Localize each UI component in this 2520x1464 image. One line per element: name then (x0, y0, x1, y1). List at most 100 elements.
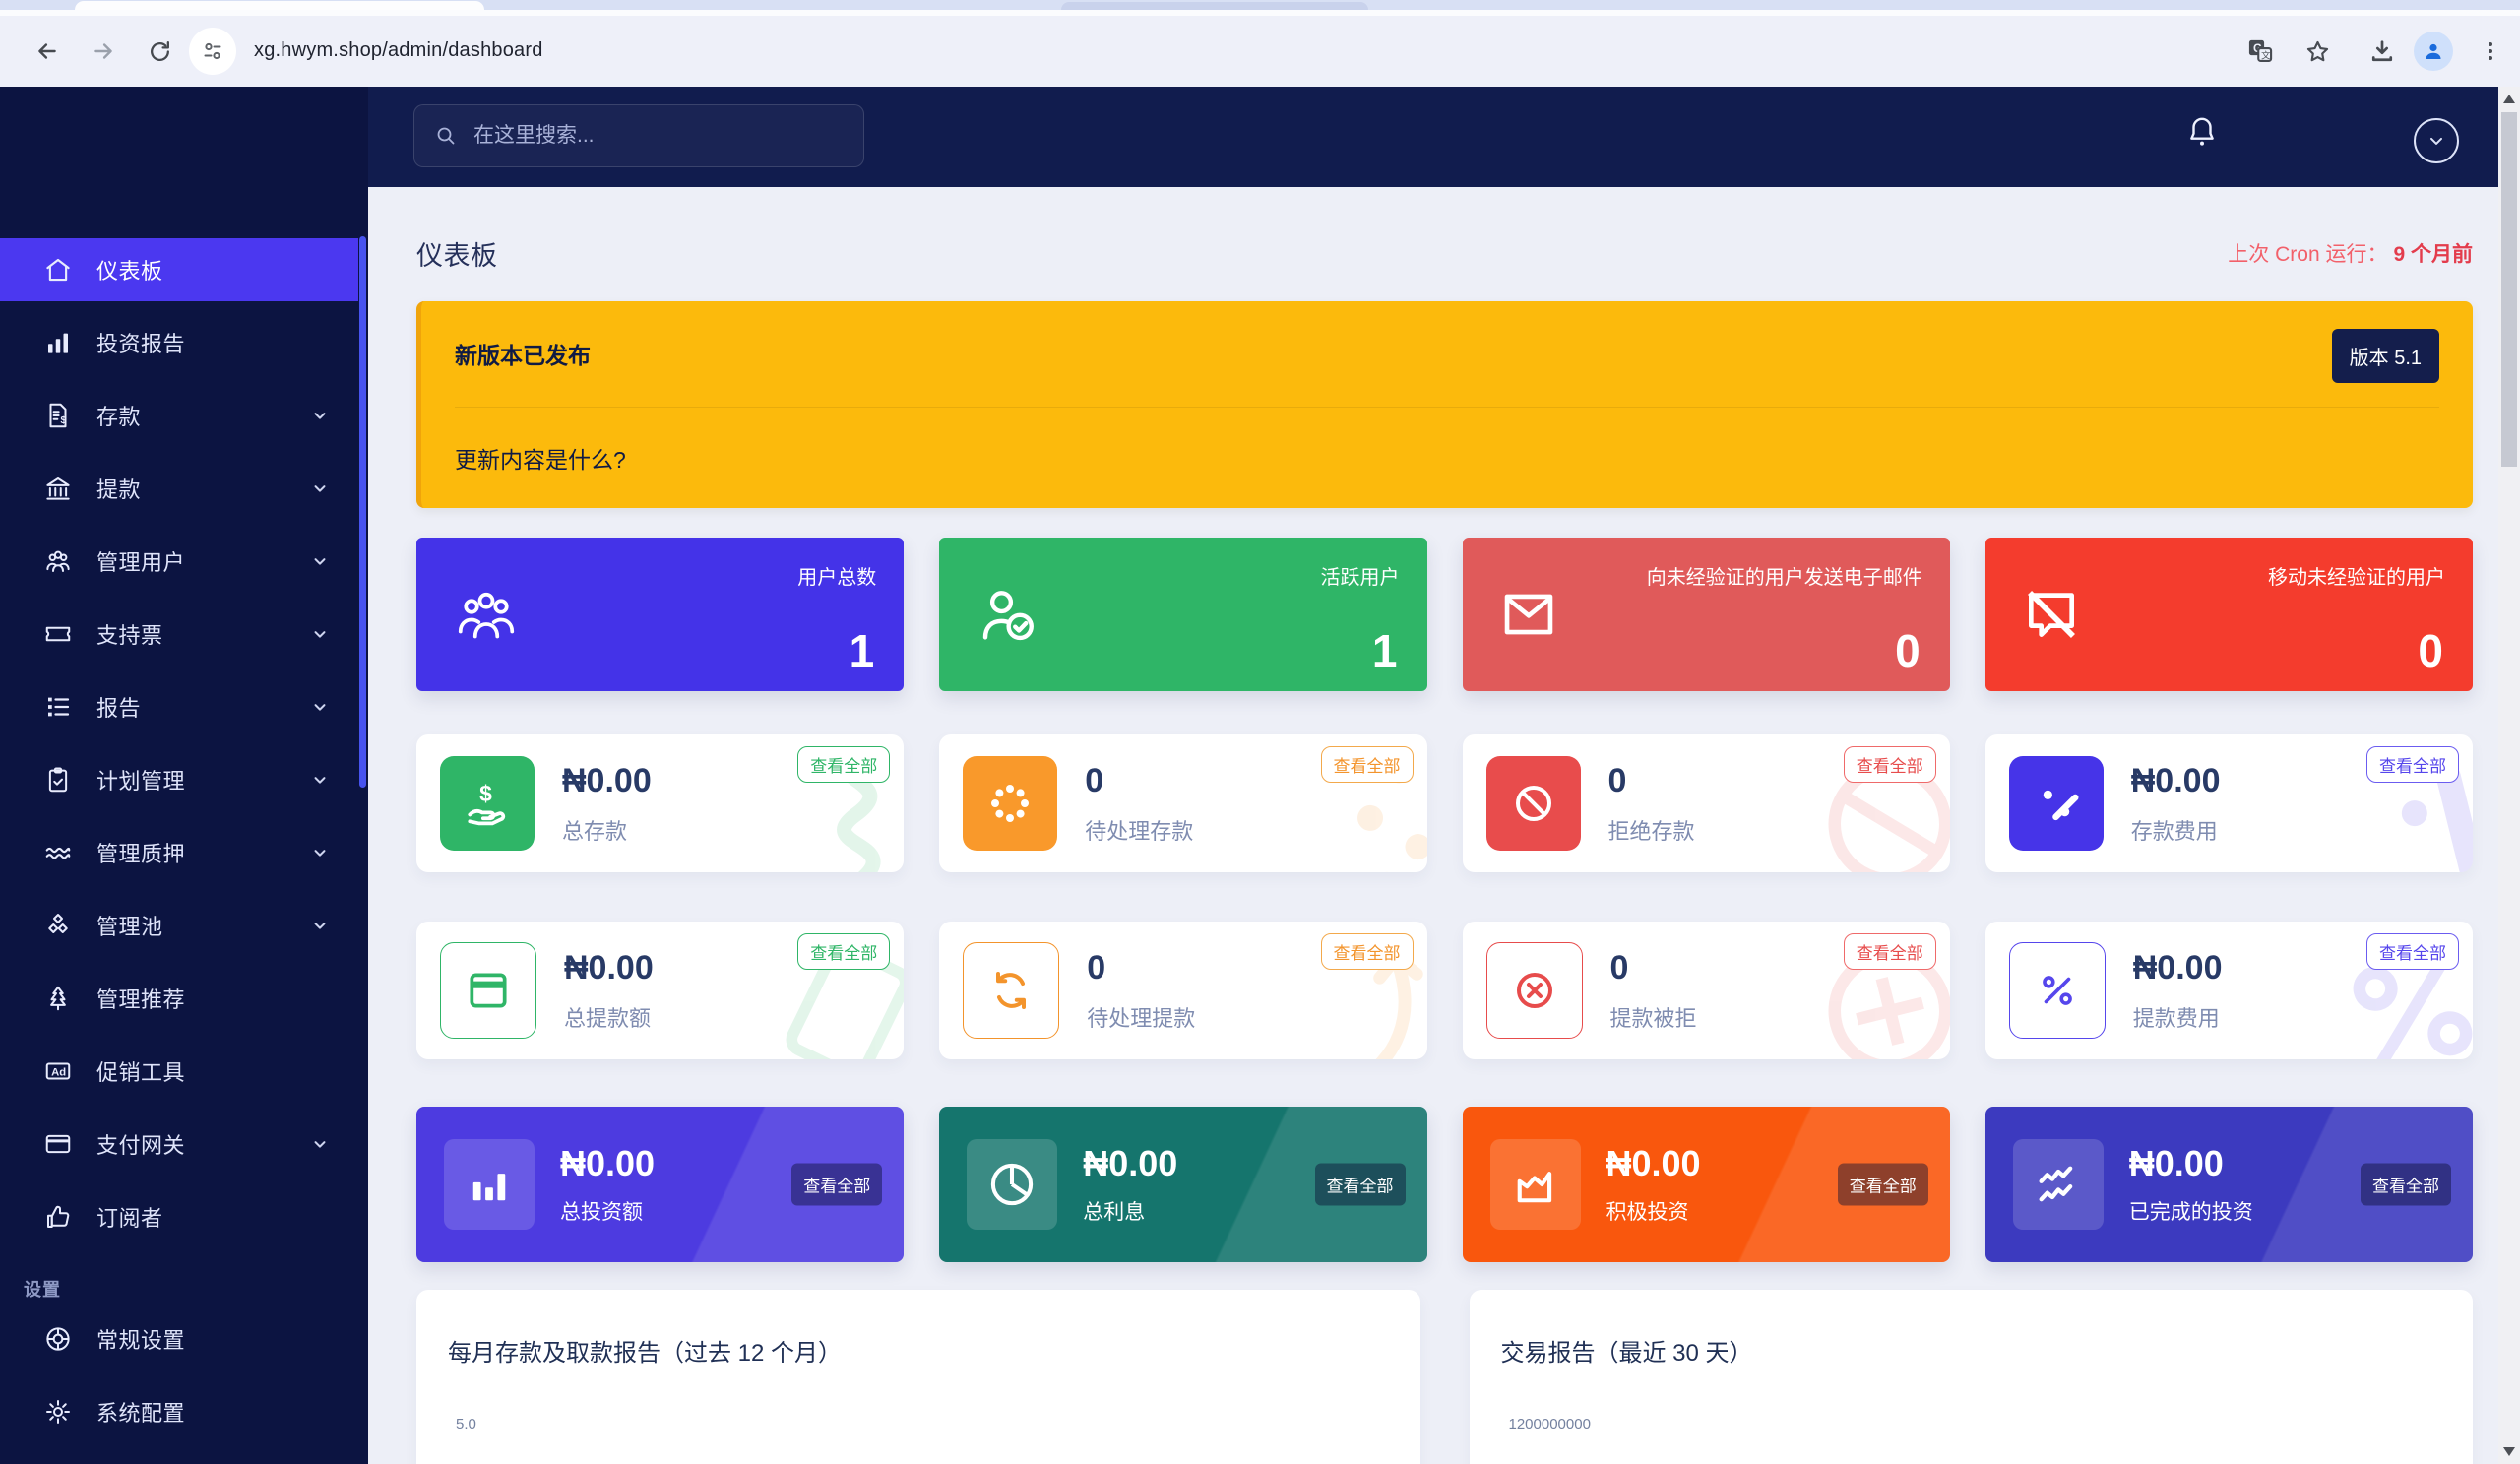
sidebar-item-manage-pools[interactable]: 管理池 (0, 894, 358, 957)
bell-icon (2190, 117, 2214, 146)
url-text[interactable]: xg.hwym.shop/admin/dashboard (254, 39, 543, 62)
stat-label: 总利息 (1083, 1201, 1146, 1224)
site-info-button[interactable] (189, 28, 236, 75)
sidebar-item-label: 常规设置 (96, 1328, 186, 1353)
sidebar-item-payment-gateways[interactable]: 支付网关 (0, 1113, 358, 1176)
translate-button[interactable]: G文 (2238, 30, 2282, 73)
sidebar-item-manage-users[interactable]: 管理用户 (0, 530, 358, 593)
view-all-badge[interactable]: 查看全部 (1843, 746, 1936, 783)
stat-value: 0 (1087, 948, 1106, 987)
cron-label: 上次 Cron 运行： (2228, 243, 2388, 266)
sidebar-item-plan-management[interactable]: 计划管理 (0, 748, 358, 811)
sidebar-item-label: 提款 (96, 477, 142, 502)
chevron-down-icon (314, 704, 326, 711)
view-all-badge[interactable]: 查看全部 (797, 746, 891, 783)
credit-card-icon (440, 942, 536, 1039)
users-icon (46, 550, 70, 572)
stat-value: ₦0.00 (2130, 761, 2221, 799)
users-group-icon (458, 592, 515, 639)
stat-value: 0 (2418, 625, 2443, 676)
stat-card-email-unverified[interactable]: 向未经验证的用户发送电子邮件 0 (1462, 538, 1950, 691)
stat-value: 1 (1371, 625, 1398, 676)
sidebar-item-dashboard[interactable]: 仪表板 (0, 238, 358, 301)
view-all-badge[interactable]: 查看全部 (1320, 933, 1414, 970)
browser-toolbar: xg.hwym.shop/admin/dashboard G文 (0, 16, 2520, 87)
forward-button[interactable] (82, 30, 125, 73)
sidebar-item-investment-report[interactable]: 投资报告 (0, 311, 358, 374)
banner-question-link[interactable]: 更新内容是什么? (455, 441, 2439, 475)
account-menu-button[interactable] (2414, 118, 2459, 163)
sidebar-item-label: 促销工具 (96, 1060, 186, 1085)
stat-value: ₦0.00 (560, 1143, 656, 1183)
sidebar-item-promotion-tools[interactable]: Ad 促销工具 (0, 1040, 358, 1103)
chevron-down-icon (314, 631, 326, 638)
chart-title: 交易报告（最近 30 天） (1500, 1340, 1753, 1367)
view-all-badge[interactable]: 查看全部 (1320, 746, 1414, 783)
sidebar-item-manage-referrals[interactable]: 管理推荐 (0, 967, 358, 1030)
inactive-tab[interactable] (1061, 2, 1368, 10)
view-all-badge[interactable]: 查看全部 (1843, 933, 1936, 970)
thumbs-up-icon (47, 1205, 70, 1228)
browser-menu-button[interactable] (2469, 30, 2512, 73)
stat-card-rejected-deposit: 查看全部 0 拒绝存款 (1462, 734, 1950, 872)
view-all-badge[interactable]: 查看全部 (791, 1163, 883, 1206)
stat-card-completed-invest: ₦0.00 已完成的投资 查看全部 (1984, 1107, 2473, 1262)
white-stats-row-2: 查看全部 ₦0.00 总提款额 查看全部 0 待处理提款 查看全部 0 提款被拒… (416, 922, 2473, 1059)
profile-avatar[interactable] (2414, 32, 2453, 71)
svg-text:Ad: Ad (51, 1066, 66, 1078)
chevron-down-icon (314, 923, 326, 929)
page-scrollbar[interactable] (2498, 87, 2520, 1464)
sidebar-item-withdrawals[interactable]: 提款 (0, 457, 358, 520)
view-all-badge[interactable]: 查看全部 (2361, 1163, 2451, 1206)
notification-button[interactable] (2185, 114, 2219, 152)
sidebar-item-manage-staking[interactable]: 管理质押 (0, 821, 358, 884)
sidebar-item-label: 计划管理 (96, 769, 186, 794)
sidebar-item-system-configuration[interactable]: 系统配置 (0, 1380, 358, 1443)
active-tab[interactable] (75, 1, 484, 10)
stat-value: ₦0.00 (564, 948, 654, 987)
envelope-icon (1504, 594, 1552, 635)
stat-label: 提款被拒 (1609, 1005, 1697, 1031)
percent-outline-icon (2008, 942, 2106, 1039)
stat-card-mobile-unverified[interactable]: 移动未经验证的用户 0 (1984, 538, 2473, 691)
stat-value: 1 (849, 625, 875, 676)
y-axis-tick: 5.0 (456, 1416, 476, 1432)
scroll-up-arrow[interactable] (2503, 95, 2515, 103)
sidebar-item-support-tickets[interactable]: 支持票 (0, 603, 358, 666)
search-box[interactable] (413, 104, 864, 167)
sidebar-item-deposits[interactable]: $ 存款 (0, 384, 358, 447)
chevron-down-icon (314, 777, 326, 784)
tree-icon (50, 986, 66, 1011)
dollar-hand-icon: $ (440, 756, 535, 851)
view-all-badge[interactable]: 查看全部 (797, 933, 891, 970)
reload-button[interactable] (138, 30, 181, 73)
banner-divider (455, 407, 2439, 408)
view-all-badge[interactable]: 查看全部 (2366, 933, 2459, 970)
view-all-badge[interactable]: 查看全部 (2366, 746, 2459, 783)
search-input[interactable] (472, 123, 810, 149)
sidebar-item-label: 报告 (96, 696, 142, 721)
download-button[interactable] (2361, 30, 2404, 73)
reload-icon (150, 40, 169, 61)
scroll-down-arrow[interactable] (2503, 1447, 2515, 1456)
stat-label: 向未经验证的用户发送电子邮件 (1646, 567, 1922, 589)
back-button[interactable] (26, 30, 69, 73)
sidebar-item-label: 仪表板 (96, 259, 163, 284)
sidebar-item-subscribers[interactable]: 订阅者 (0, 1185, 358, 1248)
file-dollar-icon: $ (49, 403, 67, 428)
sidebar-item-general-settings[interactable]: 常规设置 (0, 1307, 358, 1370)
back-arrow-icon (38, 43, 56, 59)
stat-value: 0 (1609, 948, 1629, 987)
bookmark-button[interactable] (2296, 30, 2339, 73)
stat-label: 用户总数 (797, 567, 877, 589)
stat-card-total-users[interactable]: 用户总数 1 (416, 538, 905, 691)
scrollbar-thumb[interactable] (2501, 112, 2517, 467)
stat-card-active-users[interactable]: 活跃用户 1 (939, 538, 1427, 691)
view-all-badge[interactable]: 查看全部 (1314, 1163, 1406, 1206)
clipboard-icon (48, 767, 68, 793)
sidebar-item-reports[interactable]: 报告 (0, 675, 358, 738)
sidebar-scrollbar-thumb[interactable] (359, 236, 366, 788)
sidebar-item-label: 订阅者 (96, 1206, 163, 1231)
sidebar-item-label: 管理质押 (96, 842, 186, 866)
view-all-badge[interactable]: 查看全部 (1837, 1163, 1928, 1206)
